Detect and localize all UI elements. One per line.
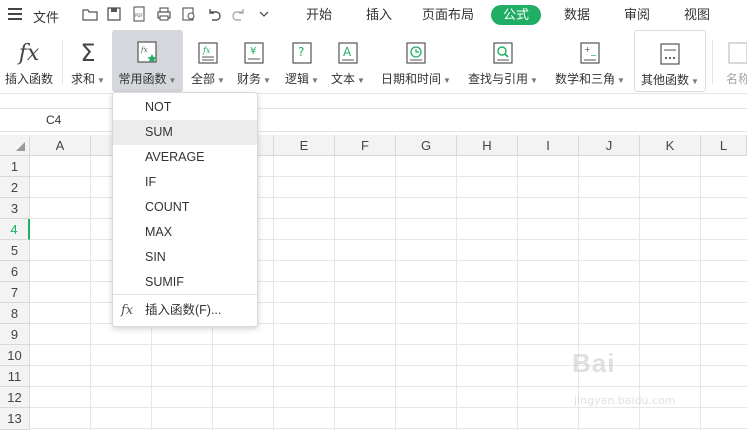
print-icon[interactable]	[156, 6, 172, 22]
column-header-l[interactable]: L	[701, 135, 747, 156]
tab-data[interactable]: 数据	[564, 6, 590, 24]
row-header-4[interactable]: 4	[0, 219, 30, 240]
menu-bar: 文件 PDF 开始 插入 页面布局 公式 数据 审阅 视图	[0, 0, 747, 30]
math-trig-button[interactable]: + − 数学和三角 ▼	[552, 30, 628, 92]
function-item-count[interactable]: COUNT	[113, 195, 257, 220]
autosum-button[interactable]: Σ 求和 ▼	[68, 30, 108, 92]
math-icon: + −	[578, 40, 602, 66]
function-item-sumif[interactable]: SUMIF	[113, 270, 257, 295]
column-header-e[interactable]: E	[274, 135, 335, 156]
common-functions-dropdown: NOT SUM AVERAGE IF COUNT MAX SIN SUMIF f…	[112, 92, 258, 327]
tab-insert[interactable]: 插入	[366, 6, 392, 24]
function-item-if[interactable]: IF	[113, 170, 257, 195]
row-header-10[interactable]: 10	[0, 345, 30, 366]
svg-text:fx: fx	[140, 46, 148, 54]
redo-icon[interactable]	[231, 6, 247, 22]
insert-function-label: 插入函数(F)...	[145, 303, 222, 317]
svg-text:¥: ¥	[250, 46, 256, 57]
column-header-i[interactable]: I	[518, 135, 579, 156]
column-header-j[interactable]: J	[579, 135, 640, 156]
file-menu[interactable]: 文件	[33, 7, 59, 26]
yen-icon: ¥	[242, 40, 266, 66]
row-header-12[interactable]: 12	[0, 387, 30, 408]
undo-icon[interactable]	[206, 6, 222, 22]
row-header-3[interactable]: 3	[0, 198, 30, 219]
customize-toolbar-icon[interactable]	[256, 6, 272, 22]
svg-text:−: −	[590, 51, 597, 60]
magnifier-icon	[491, 40, 515, 66]
select-all-corner[interactable]	[0, 135, 30, 156]
row-header-11[interactable]: 11	[0, 366, 30, 387]
all-functions-icon: fx	[196, 40, 220, 66]
fx-icon: fx	[18, 40, 40, 66]
row-header-2[interactable]: 2	[0, 177, 30, 198]
insert-function-menu-item[interactable]: fx 插入函数(F)...	[113, 298, 257, 323]
row-header-8[interactable]: 8	[0, 303, 30, 324]
formulas-ribbon: fx 插入函数 Σ 求和 ▼ fx 常用函数 ▼ fx 全部 ▼ ¥ 财务 ▼ ? 逻辑…	[0, 30, 747, 94]
fx-icon: fx	[121, 303, 134, 318]
hamburger-menu-icon[interactable]	[8, 8, 22, 20]
common-functions-button[interactable]: fx 常用函数 ▼	[112, 30, 183, 92]
question-icon: ?	[290, 40, 314, 66]
svg-text:A: A	[343, 45, 352, 59]
financial-button[interactable]: ¥ 财务 ▼	[234, 30, 274, 92]
svg-text:?: ?	[298, 45, 304, 59]
row-header-7[interactable]: 7	[0, 282, 30, 303]
watermark-logo-text: Bai	[572, 348, 616, 378]
tab-formulas[interactable]: 公式	[491, 5, 542, 25]
svg-text:fx: fx	[202, 46, 211, 55]
save-icon[interactable]	[106, 6, 122, 22]
row-header-9[interactable]: 9	[0, 324, 30, 345]
name-manager-button[interactable]: 名称	[718, 30, 747, 92]
name-icon	[726, 40, 747, 66]
dropdown-divider	[113, 294, 257, 295]
export-pdf-icon[interactable]: PDF	[131, 6, 147, 22]
tab-review[interactable]: 审阅	[624, 6, 650, 24]
more-functions-button[interactable]: 其他函数 ▼	[634, 30, 706, 92]
baidu-watermark: Bai jingyan.baidu.com	[572, 348, 722, 418]
svg-text:PDF: PDF	[135, 13, 143, 18]
column-header-a[interactable]: A	[30, 135, 91, 156]
name-box[interactable]: C4	[0, 109, 110, 131]
column-header-g[interactable]: G	[396, 135, 457, 156]
row-header-5[interactable]: 5	[0, 240, 30, 261]
row-header-13[interactable]: 13	[0, 408, 30, 430]
sigma-icon: Σ	[80, 39, 96, 67]
function-item-not[interactable]: NOT	[113, 95, 257, 120]
column-header-k[interactable]: K	[640, 135, 701, 156]
clock-icon	[404, 40, 428, 66]
column-header-f[interactable]: F	[335, 135, 396, 156]
text-button[interactable]: A 文本 ▼	[328, 30, 368, 92]
more-functions-icon	[658, 41, 682, 67]
watermark-url: jingyan.baidu.com	[574, 394, 676, 407]
open-folder-icon[interactable]	[82, 6, 98, 22]
print-preview-icon[interactable]	[181, 6, 197, 22]
function-item-sin[interactable]: SIN	[113, 245, 257, 270]
function-item-max[interactable]: MAX	[113, 220, 257, 245]
date-time-button[interactable]: 日期和时间 ▼	[378, 30, 454, 92]
insert-function-button[interactable]: fx 插入函数	[3, 30, 55, 92]
star-function-icon: fx	[136, 40, 160, 66]
tab-home[interactable]: 开始	[306, 6, 332, 24]
column-header-h[interactable]: H	[457, 135, 518, 156]
all-functions-button[interactable]: fx 全部 ▼	[188, 30, 228, 92]
tab-page-layout[interactable]: 页面布局	[422, 6, 474, 24]
function-item-average[interactable]: AVERAGE	[113, 145, 257, 170]
text-a-icon: A	[336, 40, 360, 66]
row-header-1[interactable]: 1	[0, 156, 30, 177]
logical-button[interactable]: ? 逻辑 ▼	[282, 30, 322, 92]
function-item-sum[interactable]: SUM	[113, 120, 257, 145]
row-header-6[interactable]: 6	[0, 261, 30, 282]
tab-view[interactable]: 视图	[684, 6, 710, 24]
lookup-reference-button[interactable]: 查找与引用 ▼	[464, 30, 542, 92]
